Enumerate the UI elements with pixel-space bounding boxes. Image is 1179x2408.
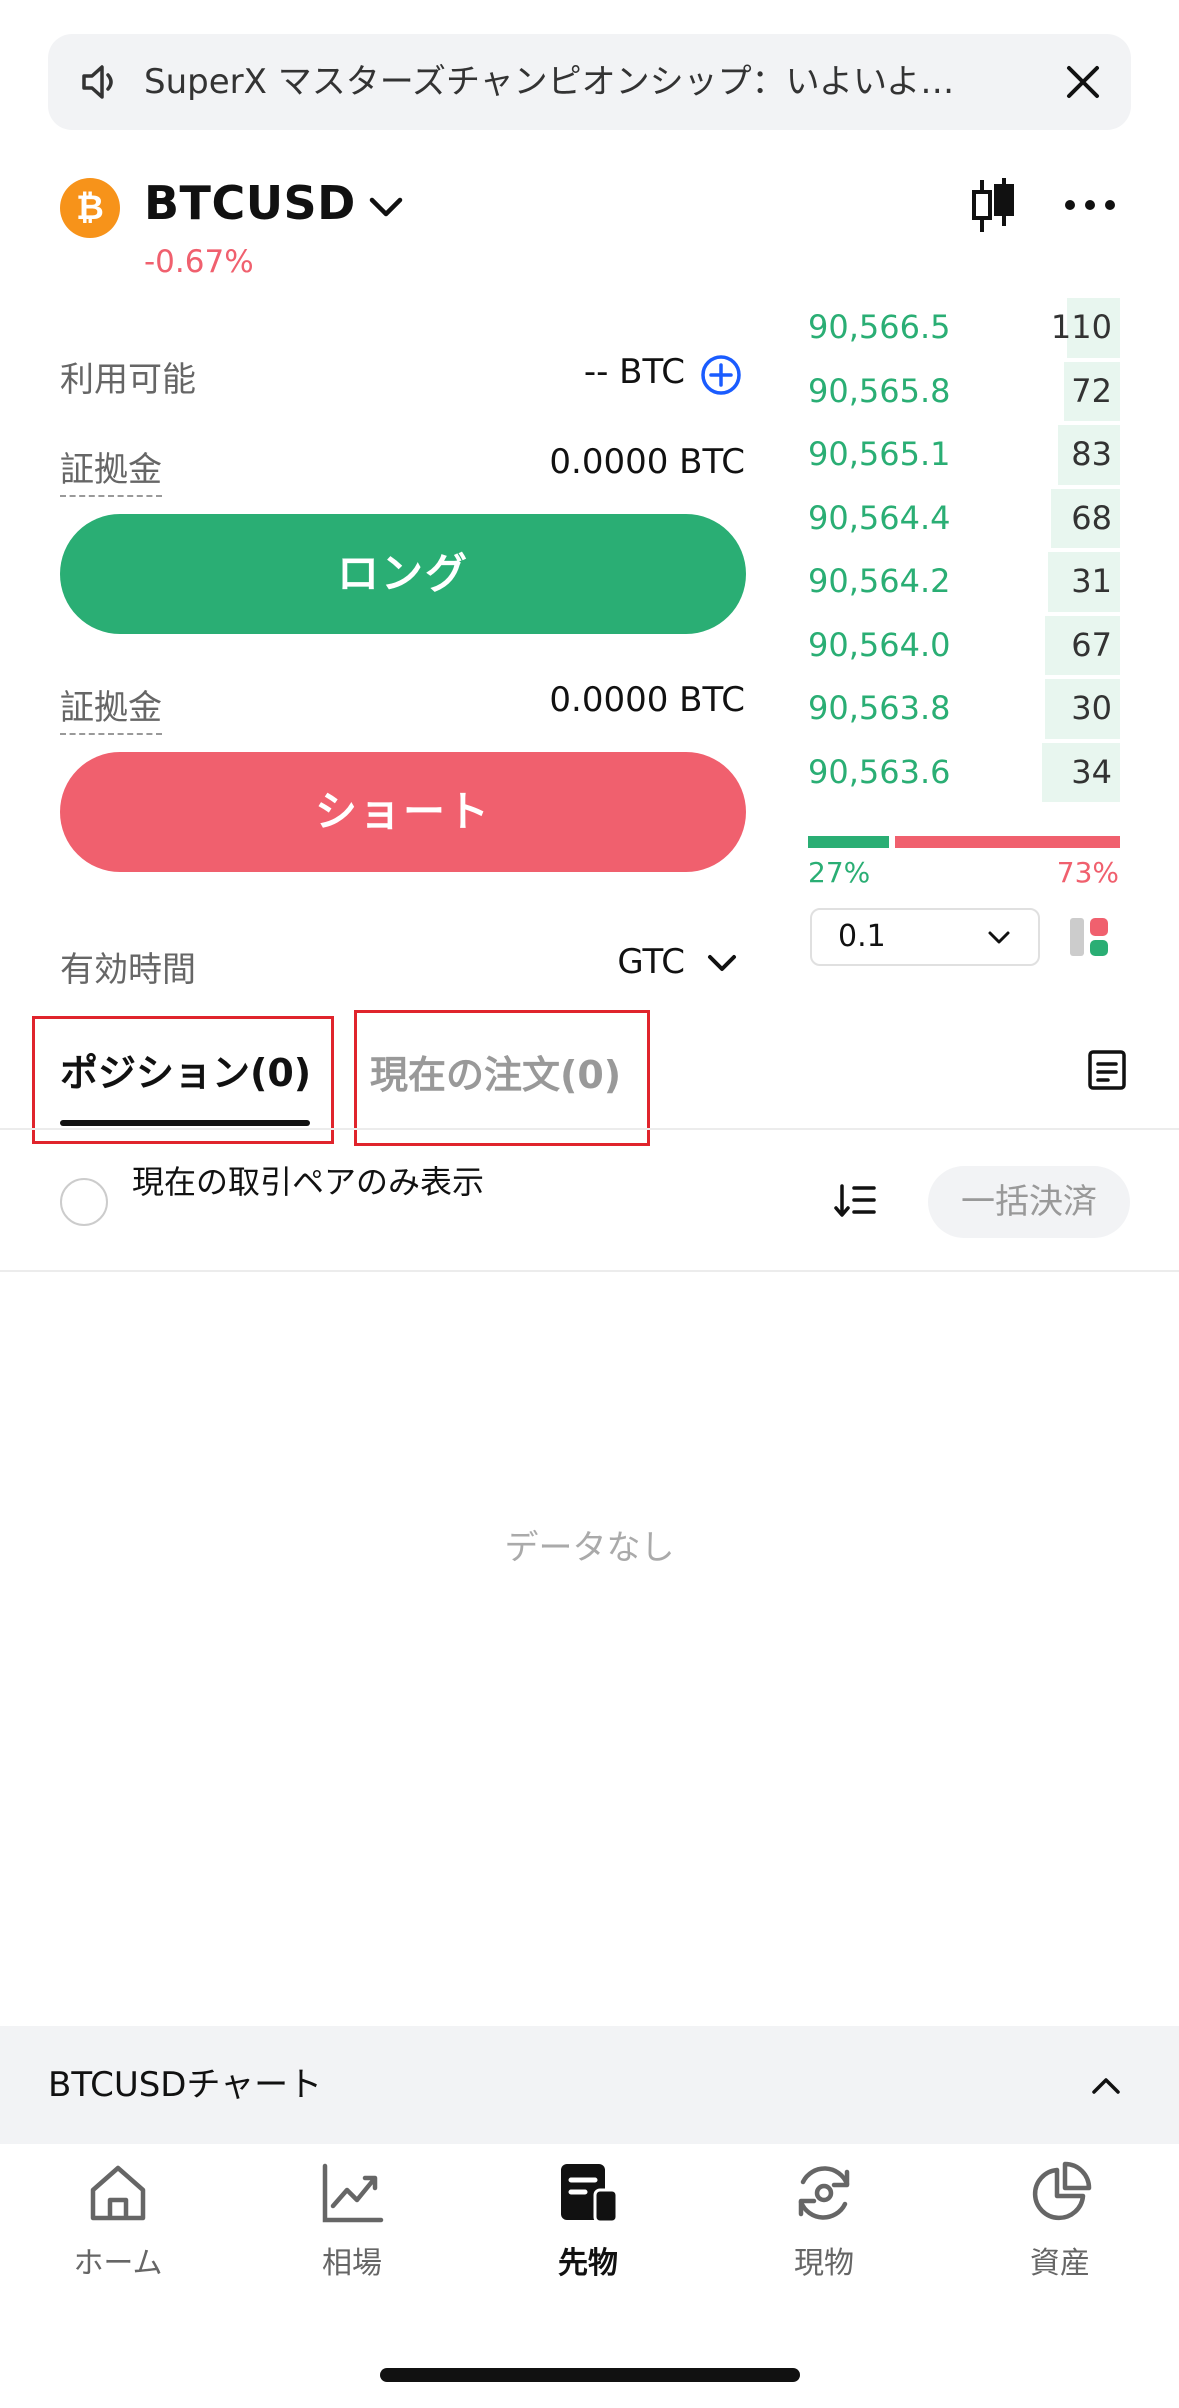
orderbook-row[interactable]: 90,564.0 67 xyxy=(808,614,1120,678)
chevron-up-icon xyxy=(1092,2078,1120,2094)
buy-percentage: 27% xyxy=(808,856,871,889)
orderbook-price: 90,564.4 xyxy=(808,498,951,537)
spot-exchange-icon xyxy=(798,2166,850,2220)
nav-spot[interactable]: 現物 xyxy=(744,2160,904,2282)
margin-value-short: 0.0000 BTC xyxy=(549,680,745,720)
nav-assets-label: 資産 xyxy=(1030,2246,1090,2281)
announcement-text: SuperX マスターズチャンピオンシップ：いよいよ… xyxy=(144,62,955,102)
order-history-icon[interactable] xyxy=(1086,1048,1128,1092)
nav-futures-label: 先物 xyxy=(558,2246,618,2281)
nav-assets[interactable]: 資産 xyxy=(980,2160,1140,2282)
depth-precision-select[interactable]: 0.1 xyxy=(810,908,1040,966)
nav-futures[interactable]: 先物 xyxy=(508,2160,668,2282)
price-change: -0.67% xyxy=(144,244,254,280)
orderbook-row[interactable]: 90,563.6 34 xyxy=(808,741,1120,805)
sell-percentage: 73% xyxy=(1056,856,1119,889)
market-chart-icon xyxy=(322,2163,384,2223)
symbol-selector[interactable]: BTCUSD xyxy=(144,176,356,230)
orderbook-quantity: 30 xyxy=(1071,689,1112,727)
sort-icon[interactable] xyxy=(834,1182,876,1220)
orderbook-price: 90,563.6 xyxy=(808,752,951,791)
short-button[interactable]: ショート xyxy=(60,752,746,872)
current-pair-only-label[interactable]: 現在の取引ペアのみ表示 xyxy=(132,1162,492,1202)
depth-precision-value: 0.1 xyxy=(838,919,886,954)
announcement-banner[interactable]: SuperX マスターズチャンピオンシップ：いよいよ… xyxy=(48,34,1131,130)
bitcoin-icon: ₿ xyxy=(60,178,120,238)
orderbook-row[interactable]: 90,565.8 72 xyxy=(808,360,1120,424)
home-indicator xyxy=(380,2368,800,2382)
orderbook-quantity: 72 xyxy=(1071,371,1112,410)
futures-icon xyxy=(561,2164,619,2224)
empty-state-text: データなし xyxy=(504,1528,675,1568)
orderbook-quantity: 34 xyxy=(1071,752,1112,791)
margin-label-short[interactable]: 証拠金 xyxy=(60,680,162,735)
close-icon[interactable] xyxy=(1061,60,1105,104)
orderbook-price: 90,563.8 xyxy=(808,689,951,727)
orderbook-row[interactable]: 90,565.1 83 xyxy=(808,423,1120,487)
margin-label-long[interactable]: 証拠金 xyxy=(60,442,162,497)
chevron-down-icon[interactable] xyxy=(366,190,406,226)
order-book: 90,566.5 110 90,565.8 72 90,565.1 83 90,564.4 6… xyxy=(808,296,1120,804)
available-value: -- BTC xyxy=(583,352,685,392)
orderbook-quantity: 110 xyxy=(1050,308,1112,346)
add-funds-icon[interactable] xyxy=(700,354,742,396)
nav-market-label: 相場 xyxy=(322,2246,382,2281)
nav-home-label: ホーム xyxy=(73,2246,163,2281)
long-button[interactable]: ロング xyxy=(60,514,746,634)
current-pair-only-radio[interactable] xyxy=(60,1178,108,1226)
chart-toggle-label: BTCUSDチャート xyxy=(48,2065,323,2105)
orderbook-quantity: 67 xyxy=(1071,625,1112,664)
orderbook-row[interactable]: 90,564.2 31 xyxy=(808,550,1120,614)
more-icon[interactable] xyxy=(1062,190,1118,220)
orderbook-row[interactable]: 90,564.4 68 xyxy=(808,487,1120,551)
active-tab-indicator xyxy=(60,1120,310,1126)
orderbook-price: 90,564.2 xyxy=(808,562,951,600)
orderbook-quantity: 83 xyxy=(1071,435,1112,473)
nav-spot-label: 現物 xyxy=(794,2246,854,2281)
orderbook-price: 90,564.0 xyxy=(808,625,951,664)
speaker-icon xyxy=(82,65,113,99)
orderbook-price: 90,565.1 xyxy=(808,435,951,473)
tab-current-orders[interactable]: 現在の注文(0) xyxy=(370,1044,621,1099)
orderbook-price: 90,566.5 xyxy=(808,308,951,346)
chart-toggle-bar[interactable]: BTCUSDチャート xyxy=(0,2026,1179,2144)
divider xyxy=(0,1128,1179,1130)
nav-market[interactable]: 相場 xyxy=(272,2160,432,2282)
buy-ratio-fill xyxy=(808,836,890,848)
nav-home[interactable]: ホーム xyxy=(38,2160,198,2282)
validity-label: 有効時間 xyxy=(60,950,196,990)
orderbook-quantity: 68 xyxy=(1071,498,1112,537)
tab-positions[interactable]: ポジション(0) xyxy=(60,1042,311,1097)
orderbook-price: 90,565.8 xyxy=(808,371,951,410)
orderbook-layout-icon[interactable] xyxy=(1068,914,1112,960)
home-icon xyxy=(90,2165,146,2221)
orderbook-quantity: 31 xyxy=(1071,562,1112,600)
buy-sell-ratio-bar xyxy=(808,836,1120,848)
candlestick-chart-icon[interactable] xyxy=(968,176,1018,236)
sell-ratio-fill xyxy=(895,836,1120,848)
close-all-button[interactable]: 一括決済 xyxy=(928,1166,1130,1238)
margin-value-long: 0.0000 BTC xyxy=(549,442,745,482)
orderbook-row[interactable]: 90,566.5 110 xyxy=(808,296,1120,360)
assets-pie-icon xyxy=(1032,2161,1092,2221)
chevron-down-icon xyxy=(988,931,1010,944)
validity-selector[interactable]: GTC xyxy=(617,942,685,982)
chevron-down-icon[interactable] xyxy=(704,948,740,978)
orderbook-row[interactable]: 90,563.8 30 xyxy=(808,677,1120,741)
divider xyxy=(0,1270,1179,1272)
available-label: 利用可能 xyxy=(60,360,196,400)
